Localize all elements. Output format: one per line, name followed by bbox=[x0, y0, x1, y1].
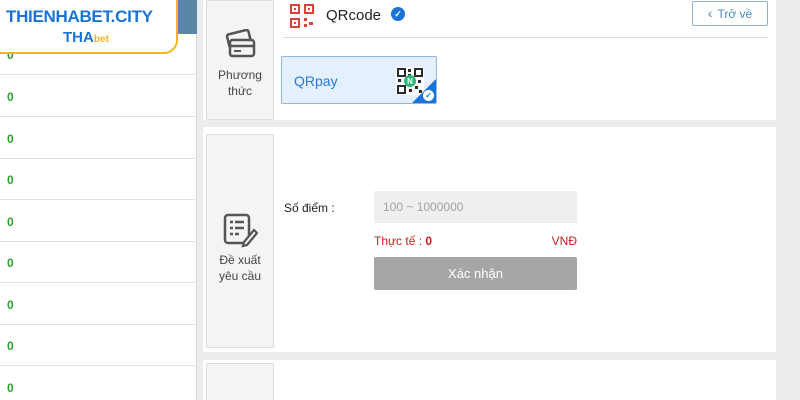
logo-brand-text: THAbet bbox=[63, 29, 109, 46]
method-side-tab: Phương thức bbox=[206, 0, 274, 120]
qrpay-option-card[interactable]: QRpay N ✓ bbox=[281, 56, 437, 104]
list-item-value: 0 bbox=[7, 132, 14, 146]
amount-label: Số điểm : bbox=[284, 201, 335, 215]
selected-check-icon: ✓ bbox=[423, 90, 434, 101]
list-item-value: 0 bbox=[7, 381, 14, 395]
amount-input[interactable] bbox=[374, 191, 577, 223]
confirm-button[interactable]: Xác nhận bbox=[374, 257, 577, 290]
chevron-left-icon: ‹ bbox=[707, 5, 713, 21]
actual-amount-label: Thực tế : bbox=[374, 234, 423, 248]
method-tab-label-1: Phương bbox=[218, 68, 262, 82]
actual-amount-value: 0 bbox=[425, 234, 433, 248]
request-tab-label-2: yêu cầu bbox=[218, 269, 262, 283]
payment-method-section: Phương thức QRcode ✓ ‹ Trở về QRpay N ✓ bbox=[203, 0, 776, 120]
list-item-value: 0 bbox=[7, 339, 14, 353]
method-title: QRcode bbox=[326, 7, 382, 24]
account-list-panel: 0 0 0 0 0 0 0 0 0 bbox=[0, 0, 197, 400]
list-item[interactable]: 0 bbox=[0, 242, 197, 283]
list-item[interactable]: 0 bbox=[0, 367, 197, 400]
list-item-value: 0 bbox=[7, 298, 14, 312]
list-item[interactable]: 0 bbox=[0, 118, 197, 159]
actual-amount-row: Thực tế : 0 VNĐ bbox=[374, 234, 577, 248]
logo-domain-text: THIENHABET.CITY bbox=[6, 7, 153, 26]
list-item[interactable]: 0 bbox=[0, 284, 197, 325]
brand-logo[interactable]: THIENHABET.CITY THAbet bbox=[0, 0, 178, 54]
back-button[interactable]: ‹ Trở về bbox=[692, 1, 768, 26]
method-tab-label-2: thức bbox=[227, 84, 253, 98]
list-item[interactable]: 0 bbox=[0, 76, 197, 117]
list-item[interactable]: 0 bbox=[0, 325, 197, 366]
next-section bbox=[203, 360, 776, 400]
section-divider bbox=[283, 37, 768, 38]
wallet-cards-icon bbox=[225, 29, 256, 58]
request-tab-label-1: Đề xuất bbox=[219, 253, 261, 267]
currency-label: VNĐ bbox=[551, 234, 577, 248]
list-item-value: 0 bbox=[7, 173, 14, 187]
list-item-value: 0 bbox=[7, 215, 14, 229]
qrpay-option-label: QRpay bbox=[294, 73, 338, 89]
list-item-value: 0 bbox=[7, 256, 14, 270]
next-side-tab bbox=[206, 363, 274, 400]
request-side-tab: Đề xuất yêu cầu bbox=[206, 134, 274, 348]
list-item-value: 0 bbox=[7, 90, 14, 104]
verified-check-icon: ✓ bbox=[391, 7, 405, 21]
edit-document-icon bbox=[223, 213, 258, 248]
qrcode-icon bbox=[290, 4, 314, 28]
request-section: Đề xuất yêu cầu Số điểm : Thực tế : 0 VN… bbox=[203, 127, 776, 352]
back-button-label: Trở về bbox=[717, 7, 753, 21]
list-item[interactable]: 0 bbox=[0, 159, 197, 200]
list-item[interactable]: 0 bbox=[0, 201, 197, 242]
